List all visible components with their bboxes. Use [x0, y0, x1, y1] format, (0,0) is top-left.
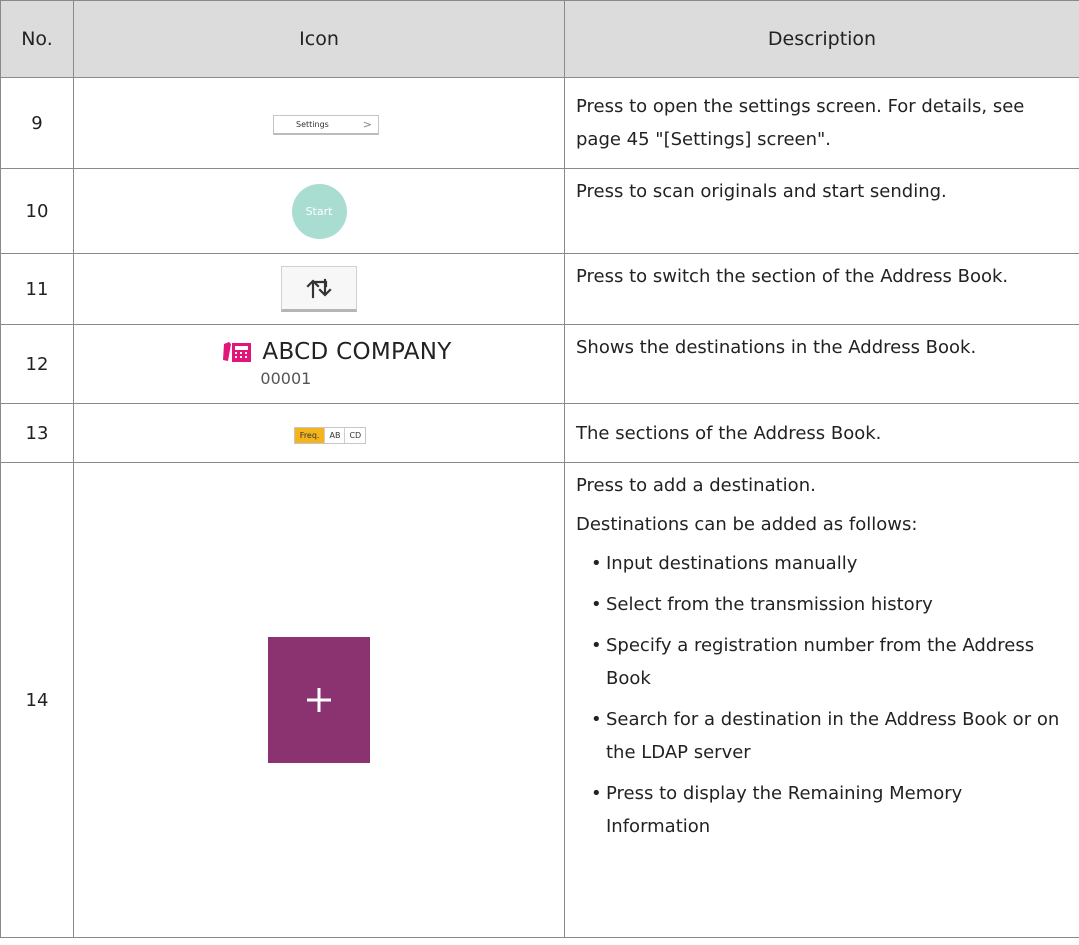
plus-icon	[307, 688, 331, 712]
row-number: 14	[0, 462, 74, 938]
tab-cd[interactable]: CD	[344, 428, 366, 443]
row-description: Shows the destinations in the Address Bo…	[564, 324, 1079, 404]
header-icon: Icon	[73, 0, 565, 78]
switch-section-button[interactable]	[281, 266, 357, 312]
row-description: The sections of the Address Book.	[564, 403, 1079, 463]
list-item: Search for a destination in the Address …	[576, 703, 1067, 769]
list-item: Press to display the Remaining Memory In…	[576, 777, 1067, 843]
table-row: 14 Press to add a destination. Destinati…	[0, 462, 1079, 938]
description-intro: Destinations can be added as follows:	[576, 514, 918, 535]
list-item: Specify a registration number from the A…	[576, 629, 1067, 695]
list-item: Input destinations manually	[576, 547, 1067, 580]
tab-freq[interactable]: Freq.	[294, 428, 325, 443]
destination-name: ABCD COMPANY	[262, 339, 452, 365]
row-description: Press to switch the section of the Addre…	[564, 253, 1079, 325]
row-description: Press to add a destination.	[576, 475, 816, 496]
swap-arrows-icon	[306, 278, 332, 299]
row-number: 13	[0, 403, 74, 463]
bullet-list: Input destinations manually Select from …	[576, 547, 1067, 843]
start-button[interactable]: Start	[291, 183, 347, 239]
add-destination-button[interactable]	[268, 637, 370, 763]
table-row: 13 Freq. AB CD The sections of the Addre…	[0, 403, 1079, 463]
table-row: 10 Start Press to scan originals and sta…	[0, 168, 1079, 254]
section-tabs: Freq. AB CD	[293, 427, 367, 444]
icon-description-table: No. Icon Description 9 Settings > Press …	[0, 0, 1079, 938]
settings-button-label: Settings	[296, 120, 329, 129]
table-header-row: No. Icon Description	[0, 0, 1079, 78]
chevron-right-icon: >	[362, 118, 372, 131]
fax-icon	[223, 342, 252, 362]
row-number: 9	[0, 77, 74, 169]
row-description: Press to open the settings screen. For d…	[564, 77, 1079, 169]
destination-number: 00001	[260, 369, 312, 388]
row-number: 12	[0, 324, 74, 404]
tab-ab[interactable]: AB	[324, 428, 345, 443]
table-row: 11 Press to switch the section of the Ad…	[0, 253, 1079, 325]
header-no: No.	[0, 0, 74, 78]
row-description: Press to scan originals and start sendin…	[564, 168, 1079, 254]
row-number: 11	[0, 253, 74, 325]
table-row: 12 ABCD COMPANY 00001 Shows the destinat…	[0, 324, 1079, 404]
table-row: 9 Settings > Press to open the settings …	[0, 77, 1079, 169]
list-item: Select from the transmission history	[576, 588, 1067, 621]
row-number: 10	[0, 168, 74, 254]
settings-button[interactable]: Settings >	[273, 115, 379, 135]
header-description: Description	[564, 0, 1079, 78]
address-book-entry[interactable]: ABCD COMPANY 00001	[222, 339, 451, 388]
